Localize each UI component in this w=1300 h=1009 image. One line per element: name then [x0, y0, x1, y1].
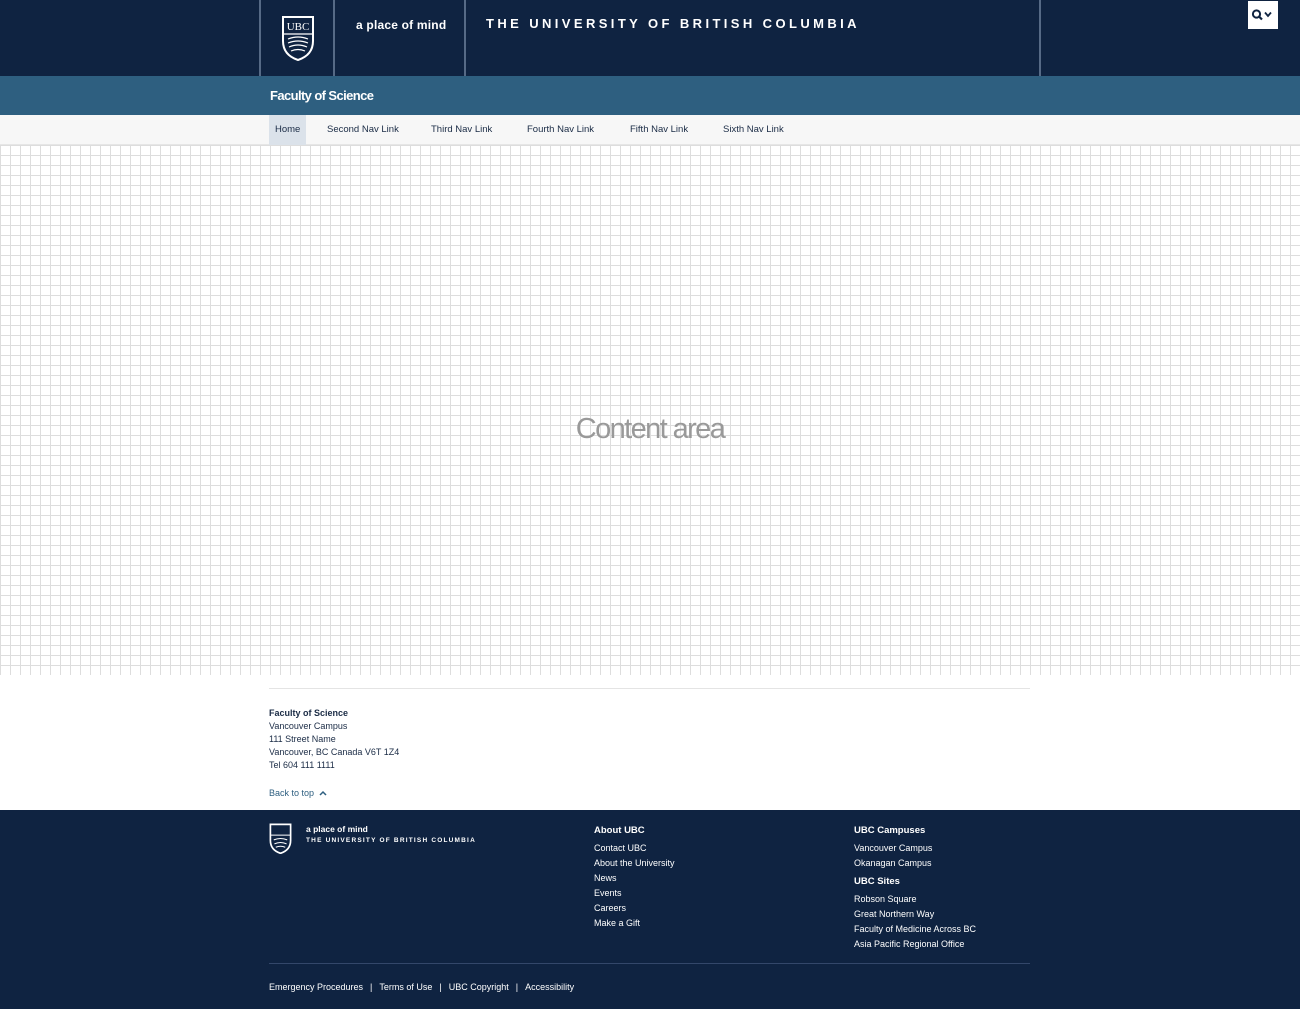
contact-line: 111 Street Name [269, 734, 336, 744]
contact-line: Tel 604 111 1111 [269, 760, 335, 770]
tagline-cell[interactable]: a place of mind [335, 0, 466, 76]
footer-campuses-column: UBC Campuses Vancouver Campus Okanagan C… [854, 825, 976, 949]
ubc-crest-icon[interactable] [269, 823, 292, 854]
separator: | [370, 982, 373, 992]
university-name[interactable]: THE UNIVERSITY OF BRITISH COLUMBIA [486, 16, 860, 31]
back-to-top-link[interactable]: Back to top [269, 788, 327, 798]
footer-link-news[interactable]: News [594, 873, 675, 883]
nav-item-third[interactable]: Third Nav Link [431, 115, 492, 145]
footer-link-okanagan[interactable]: Okanagan Campus [854, 858, 976, 868]
nav-item-fifth[interactable]: Fifth Nav Link [630, 115, 688, 145]
chevron-up-icon [319, 790, 327, 796]
footer-campuses-heading: UBC Campuses [854, 825, 926, 836]
search-toggle-button[interactable] [1248, 1, 1278, 29]
separator: | [439, 982, 442, 992]
footer-sites-heading: UBC Sites [854, 876, 900, 887]
ubc-footer: a place of mind THE UNIVERSITY OF BRITIS… [0, 810, 1300, 1009]
footer-link-events[interactable]: Events [594, 888, 675, 898]
ubc-header-inner: UBC a place of mind THE UNIVERSITY OF BR… [259, 0, 1278, 76]
footer-about-heading: About UBC [594, 825, 645, 836]
unit-bar: Faculty of Science [0, 76, 1300, 115]
footer-link-accessibility[interactable]: Accessibility [525, 982, 574, 992]
crest-text: UBC [287, 21, 310, 33]
header-tagline: a place of mind [356, 18, 447, 32]
nav-item-fourth[interactable]: Fourth Nav Link [527, 115, 594, 145]
contact-line: Vancouver, BC Canada V6T 1Z4 [269, 747, 400, 757]
footer-university-name[interactable]: THE UNIVERSITY OF BRITISH COLUMBIA [306, 837, 476, 844]
back-to-top-label: Back to top [269, 788, 315, 798]
ubc-crest-icon[interactable]: UBC [281, 15, 315, 61]
footer-link-contact[interactable]: Contact UBC [594, 843, 675, 853]
footer-link-emergency[interactable]: Emergency Procedures [269, 982, 363, 992]
ubc-header-bar: UBC a place of mind THE UNIVERSITY OF BR… [0, 0, 1300, 76]
footer-link-gift[interactable]: Make a Gift [594, 918, 675, 928]
footer-link-careers[interactable]: Careers [594, 903, 675, 913]
footer-link-vancouver[interactable]: Vancouver Campus [854, 843, 976, 853]
footer-link-gnw[interactable]: Great Northern Way [854, 909, 976, 919]
unit-contact: Faculty of Science Vancouver Campus 111 … [269, 707, 399, 772]
unit-name[interactable]: Faculty of Science [270, 88, 374, 103]
footer-divider [269, 963, 1030, 964]
footer-link-robson[interactable]: Robson Square [854, 894, 976, 904]
footer-link-terms[interactable]: Terms of Use [379, 982, 432, 992]
nav-item-second[interactable]: Second Nav Link [327, 115, 399, 145]
footer-about-column: About UBC Contact UBC About the Universi… [594, 825, 675, 928]
nav-item-home[interactable]: Home [269, 115, 307, 145]
search-icon [1251, 9, 1272, 21]
crest-cell[interactable]: UBC [261, 0, 335, 76]
content-area: Content area [0, 145, 1300, 675]
footer-link-about[interactable]: About the University [594, 858, 675, 868]
main-navigation: Home Second Nav Link Third Nav Link Four… [0, 115, 1300, 145]
nav-item-sixth[interactable]: Sixth Nav Link [723, 115, 784, 145]
contact-line: Vancouver Campus [269, 721, 348, 731]
footer-bottom-links: Emergency Procedures | Terms of Use | UBC Co… [269, 982, 574, 992]
footer-link-asia-pacific[interactable]: Asia Pacific Regional Office [854, 939, 976, 949]
separator: | [515, 982, 519, 992]
footer-link-medicine[interactable]: Faculty of Medicine Across BC [854, 924, 976, 934]
footer-link-copyright[interactable]: UBC Copyright [449, 982, 509, 992]
contact-title: Faculty of Science [269, 708, 349, 718]
content-placeholder: Content area [575, 413, 726, 445]
contact-divider [269, 688, 1030, 689]
footer-tagline[interactable]: a place of mind [306, 824, 368, 834]
